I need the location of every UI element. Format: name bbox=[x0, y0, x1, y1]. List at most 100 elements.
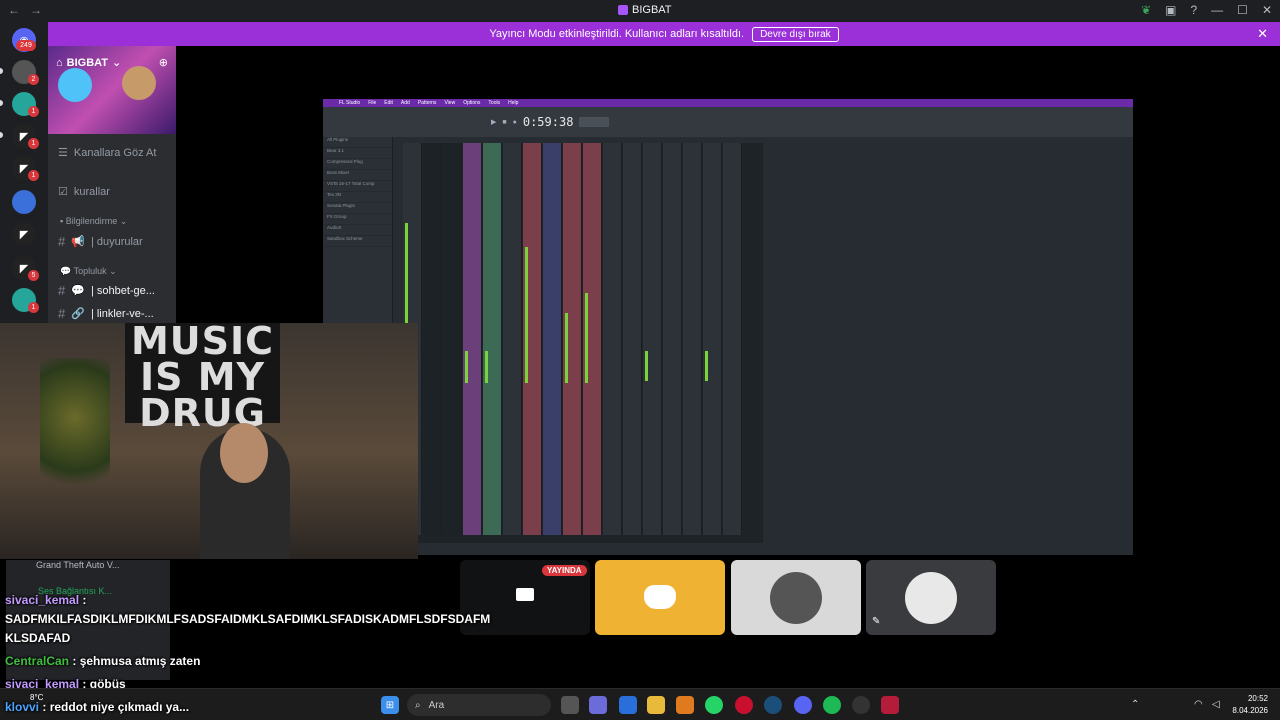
info-category-icon: ▪ bbox=[60, 216, 64, 226]
maximize-icon[interactable]: ☐ bbox=[1237, 3, 1248, 17]
opera-gx-icon[interactable] bbox=[735, 696, 753, 714]
file-explorer-icon[interactable] bbox=[647, 696, 665, 714]
chevron-down-icon: ⌄ bbox=[109, 266, 117, 276]
mixer-strip[interactable] bbox=[463, 143, 482, 535]
channel-rules[interactable]: ☑ kurallar bbox=[58, 185, 110, 199]
mixer-strip[interactable] bbox=[563, 143, 582, 535]
clock[interactable]: 20:52 8.04.2026 bbox=[1232, 693, 1268, 717]
level-meter bbox=[645, 351, 648, 381]
browser-item[interactable]: Sonata Plugin bbox=[323, 203, 392, 214]
mixer-strip[interactable] bbox=[483, 143, 502, 535]
link-icon: 🔗 bbox=[71, 308, 85, 320]
close-banner-icon[interactable]: ✕ bbox=[1257, 26, 1268, 42]
browser-item[interactable]: Boss Mixer bbox=[323, 170, 392, 181]
checkbox-icon: ☑ bbox=[58, 186, 68, 198]
task-view-icon[interactable] bbox=[561, 696, 579, 714]
browser-item[interactable]: Bear 3.1 bbox=[323, 148, 392, 159]
server-icon[interactable] bbox=[12, 190, 36, 214]
screen: ← → BIGBAT ❦ ▣ ? — ☐ ✕ Yayıncı Modu etki… bbox=[0, 0, 1280, 720]
user-tile[interactable] bbox=[731, 560, 861, 635]
category-info[interactable]: ▪ Bilgilendirme ⌄ bbox=[60, 216, 127, 227]
stop-icon[interactable]: ■ bbox=[502, 119, 506, 126]
mixer-strip[interactable] bbox=[543, 143, 562, 535]
browser-item[interactable]: Tex 3N bbox=[323, 192, 392, 203]
browser-item[interactable]: Compressed Plug bbox=[323, 159, 392, 170]
browser-item[interactable]: FX Group bbox=[323, 214, 392, 225]
christmas-tree bbox=[40, 358, 110, 508]
server-badge: 1 bbox=[28, 138, 39, 149]
fl-toolbar: ▶ ■ ● 0:59:38 bbox=[323, 107, 1133, 137]
whatsapp-icon[interactable] bbox=[705, 696, 723, 714]
title-bar: ← → BIGBAT ❦ ▣ ? — ☐ ✕ bbox=[0, 0, 1280, 22]
browser-item[interactable]: AudioX bbox=[323, 225, 392, 236]
chat-text: reddot niye çıkmadı ya... bbox=[49, 700, 190, 714]
server-name[interactable]: ⌂ BIGBAT ⌄ bbox=[56, 56, 121, 70]
search-icon: ⌕ bbox=[415, 699, 421, 711]
mixer-strip[interactable] bbox=[723, 143, 742, 535]
mixer-strip[interactable] bbox=[623, 143, 642, 535]
volume-icon[interactable]: ◁ bbox=[1212, 699, 1220, 710]
browser-item[interactable]: VSTa 16-17 Total Comp bbox=[323, 181, 392, 192]
forward-icon[interactable]: → bbox=[30, 3, 42, 17]
obs-icon[interactable] bbox=[852, 696, 870, 714]
discord-icon[interactable] bbox=[794, 696, 812, 714]
user-tile[interactable]: ✎ bbox=[866, 560, 996, 635]
close-window-icon[interactable]: ✕ bbox=[1262, 3, 1272, 17]
level-meter bbox=[585, 293, 588, 383]
mixer-strip[interactable] bbox=[503, 143, 522, 535]
mixer-strip[interactable] bbox=[443, 143, 462, 535]
level-meter bbox=[565, 313, 568, 383]
mixer-strip[interactable] bbox=[523, 143, 542, 535]
channel-announcements[interactable]: # 📢 | duyurular bbox=[58, 234, 143, 249]
taskbar: 8°C ⊞ ⌕ Ara ⌃ ◠ ◁ 20:52 8.04.2026 bbox=[0, 688, 1280, 720]
mixer-strip[interactable] bbox=[643, 143, 662, 535]
browser-item[interactable]: Sandbox Scheme bbox=[323, 236, 392, 247]
help-icon[interactable]: ? bbox=[1190, 3, 1197, 17]
windows-start-icon[interactable]: ⊞ bbox=[381, 696, 399, 714]
banner-character bbox=[58, 68, 92, 102]
chat-username: CentralCan bbox=[5, 654, 70, 668]
server-badge: 2 bbox=[28, 74, 39, 85]
mixer-strip[interactable] bbox=[703, 143, 722, 535]
taskbar-search[interactable]: ⌕ Ara bbox=[407, 694, 551, 716]
avatar bbox=[905, 572, 957, 624]
disable-streamer-button[interactable]: Devre dışı bırak bbox=[752, 26, 839, 42]
live-badge: YAYINDA bbox=[542, 565, 587, 576]
tray-chevron-icon[interactable]: ⌃ bbox=[1131, 699, 1139, 710]
category-community[interactable]: 💬 Topluluk ⌄ bbox=[60, 266, 117, 277]
streamer-mode-banner: Yayıncı Modu etkinleştirildi. Kullanıcı … bbox=[48, 22, 1280, 46]
home-icon: ⌂ bbox=[56, 56, 63, 69]
channel-general-chat[interactable]: # 💬 | sohbet-ge... bbox=[58, 283, 155, 298]
mixer-strip[interactable] bbox=[663, 143, 682, 535]
play-icon[interactable]: ▶ bbox=[491, 118, 496, 126]
mixer-strip[interactable] bbox=[423, 143, 442, 535]
copilot-icon[interactable] bbox=[589, 696, 607, 714]
inbox-icon[interactable]: ▣ bbox=[1165, 3, 1176, 17]
server-badge: 1 bbox=[28, 106, 39, 117]
record-icon[interactable]: ● bbox=[513, 119, 517, 126]
nitro-icon[interactable]: ❦ bbox=[1141, 3, 1151, 17]
browse-channels[interactable]: ☰ Kanallara Göz At bbox=[58, 146, 156, 160]
mixer-strip[interactable] bbox=[683, 143, 702, 535]
minimize-icon[interactable]: — bbox=[1211, 3, 1223, 17]
chevron-down-icon: ⌄ bbox=[119, 216, 128, 226]
store-icon[interactable] bbox=[619, 696, 637, 714]
server-icon[interactable]: ◤ bbox=[12, 222, 36, 246]
banner-text: Yayıncı Modu etkinleştirildi. Kullanıcı … bbox=[489, 28, 745, 40]
mixer-strip[interactable] bbox=[583, 143, 602, 535]
back-icon[interactable]: ← bbox=[8, 3, 20, 17]
app-icon[interactable] bbox=[881, 696, 899, 714]
level-meter bbox=[465, 351, 468, 383]
discord-user-tile[interactable] bbox=[595, 560, 725, 635]
mixer-strip[interactable] bbox=[603, 143, 622, 535]
browser-item[interactable]: All Plugins bbox=[323, 137, 392, 148]
fl-studio-icon[interactable] bbox=[676, 696, 694, 714]
spotify-icon[interactable] bbox=[823, 696, 841, 714]
level-meter bbox=[525, 247, 528, 383]
steam-icon[interactable] bbox=[764, 696, 782, 714]
list-icon: ☰ bbox=[58, 147, 68, 159]
invite-icon[interactable]: ⊕ bbox=[159, 56, 168, 69]
channel-links[interactable]: # 🔗 | linkler-ve-... bbox=[58, 306, 154, 321]
wall-poster: MUSIC IS MY DRUG bbox=[125, 323, 280, 432]
network-icon[interactable]: ◠ bbox=[1194, 699, 1203, 710]
